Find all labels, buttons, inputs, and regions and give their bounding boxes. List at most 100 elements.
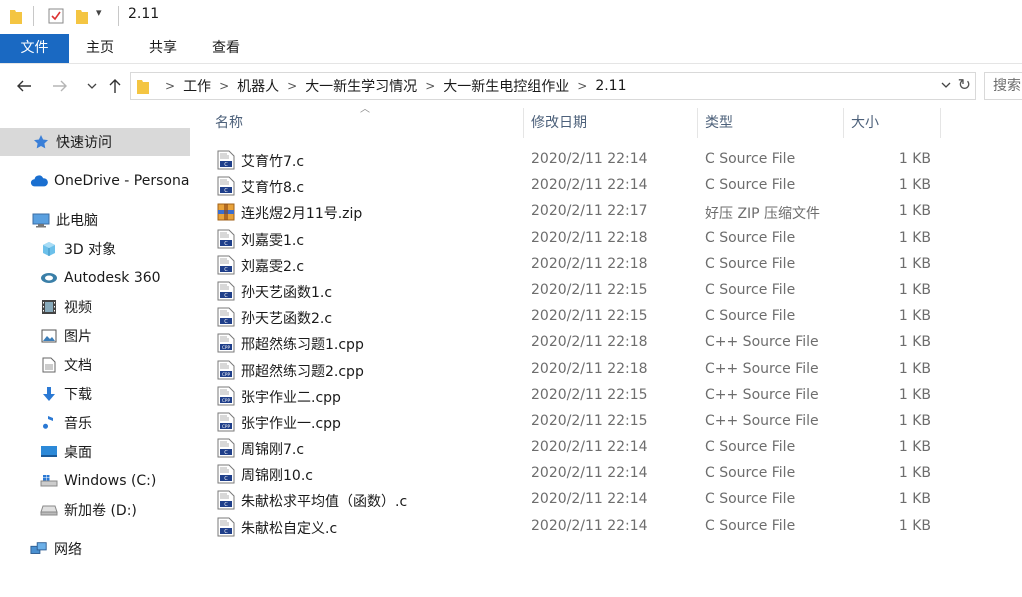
sidebar-item-label: 文档 — [64, 358, 92, 374]
breadcrumb-item[interactable]: 大一新生电控组作业 — [439, 76, 573, 96]
sidebar-item-desktop[interactable]: 桌面 — [0, 438, 190, 466]
sidebar-item-autodesk[interactable]: Autodesk 360 — [0, 264, 190, 292]
sidebar-item-label: OneDrive - Persona — [54, 173, 190, 189]
column-divider[interactable] — [697, 108, 698, 138]
file-date: 2020/2/11 22:15 — [531, 308, 648, 325]
tab-view[interactable]: 查看 — [203, 34, 249, 63]
back-button[interactable] — [12, 74, 36, 98]
breadcrumb: > 工作 > 机器人 > 大一新生学习情况 > 大一新生电控组作业 > 2.11 — [161, 73, 630, 99]
address-dropdown-icon[interactable] — [941, 77, 951, 91]
svg-text:C: C — [224, 502, 228, 508]
file-row[interactable]: CPP 邢超然练习题1.cpp 2020/2/11 22:18 C++ Source … — [200, 330, 1022, 356]
sidebar-item-drive-d[interactable]: 新加卷 (D:) — [0, 496, 190, 524]
chevron-right-icon[interactable]: > — [573, 79, 591, 93]
breadcrumb-item[interactable]: 大一新生学习情况 — [301, 76, 421, 96]
file-type: C Source File — [705, 517, 796, 534]
breadcrumb-item[interactable]: 机器人 — [233, 76, 283, 96]
sidebar-item-windows-c[interactable]: Windows (C:) — [0, 467, 190, 495]
customize-toolbar-icon[interactable]: ▾ — [96, 6, 102, 19]
file-size: 1 KB — [898, 177, 931, 194]
file-row[interactable]: C 刘嘉雯1.c 2020/2/11 22:18 C Source File 1 KB — [200, 226, 1022, 252]
sidebar-item-downloads[interactable]: 下载 — [0, 380, 190, 408]
column-divider[interactable] — [523, 108, 524, 138]
sidebar-item-this-pc[interactable]: 此电脑 — [0, 206, 190, 234]
properties-icon[interactable] — [48, 8, 64, 28]
file-row[interactable]: C 孙天艺函数2.c 2020/2/11 22:15 C Source File 1 K… — [200, 304, 1022, 330]
file-row[interactable]: CPP 张宇作业二.cpp 2020/2/11 22:15 C++ Source Fi… — [200, 383, 1022, 409]
file-type: C Source File — [705, 281, 796, 298]
sidebar-item-music[interactable]: 音乐 — [0, 409, 190, 437]
sidebar-item-onedrive[interactable]: OneDrive - Persona — [0, 167, 190, 195]
file-row[interactable]: CPP 邢超然练习题2.cpp 2020/2/11 22:18 C++ Source … — [200, 357, 1022, 383]
svg-text:C: C — [224, 267, 228, 273]
file-row[interactable]: C 周锦刚7.c 2020/2/11 22:14 C Source File 1 KB — [200, 435, 1022, 461]
file-row[interactable]: C 朱献松自定义.c 2020/2/11 22:14 C Source File 1 K… — [200, 514, 1022, 540]
file-name: 周锦刚10.c — [241, 468, 313, 485]
column-header-type[interactable]: 类型 — [705, 108, 840, 138]
file-row[interactable]: C 朱献松求平均值（函数）.c 2020/2/11 22:14 C Source Fi… — [200, 487, 1022, 513]
file-row[interactable]: CPP 张宇作业一.cpp 2020/2/11 22:15 C++ Source Fi… — [200, 409, 1022, 435]
video-icon — [40, 298, 58, 316]
svg-text:C: C — [224, 450, 228, 456]
music-icon — [40, 414, 58, 432]
sidebar-item-videos[interactable]: 视频 — [0, 293, 190, 321]
chevron-right-icon[interactable]: > — [421, 79, 439, 93]
search-input[interactable]: 搜索 — [984, 72, 1022, 100]
svg-text:C: C — [224, 476, 228, 482]
svg-text:C: C — [224, 188, 228, 194]
file-row[interactable]: 连兆煜2月11号.zip 2020/2/11 22:17 好压 ZIP 压缩文件 1 … — [200, 199, 1022, 225]
file-name: 孙天艺函数2.c — [241, 311, 333, 328]
sidebar-item-documents[interactable]: 文档 — [0, 351, 190, 379]
chevron-right-icon[interactable]: > — [161, 79, 179, 93]
file-row[interactable]: C 孙天艺函数1.c 2020/2/11 22:15 C Source File 1 K… — [200, 278, 1022, 304]
sidebar-item-label: 下载 — [64, 387, 92, 403]
cpp-file-icon: CPP — [217, 386, 235, 406]
breadcrumb-item[interactable]: 工作 — [179, 76, 215, 96]
file-size: 1 KB — [898, 360, 931, 377]
sidebar-item-3d-objects[interactable]: 3D 对象 — [0, 235, 190, 263]
folder-icon — [10, 8, 22, 28]
forward-button[interactable] — [48, 74, 72, 98]
column-header-size[interactable]: 大小 — [851, 108, 939, 138]
file-type: C++ Source File — [705, 334, 819, 351]
svg-text:CPP: CPP — [222, 398, 230, 403]
tab-share[interactable]: 共享 — [140, 34, 186, 63]
column-header-date[interactable]: 修改日期 — [531, 108, 691, 138]
file-name: 孙天艺函数1.c — [241, 284, 333, 301]
sidebar-item-network[interactable]: 网络 — [0, 535, 190, 563]
refresh-icon[interactable]: ↻ — [958, 75, 971, 94]
file-date: 2020/2/11 22:14 — [531, 517, 648, 534]
picture-icon — [40, 327, 58, 345]
column-divider[interactable] — [843, 108, 844, 138]
file-size: 1 KB — [898, 517, 931, 534]
file-row[interactable]: C 周锦刚10.c 2020/2/11 22:14 C Source File 1 KB — [200, 461, 1022, 487]
chevron-right-icon[interactable]: > — [215, 79, 233, 93]
window-title: 2.11 — [128, 6, 160, 22]
file-row[interactable]: C 艾育竹7.c 2020/2/11 22:14 C Source File 1 KB — [200, 147, 1022, 173]
file-row[interactable]: C 艾育竹8.c 2020/2/11 22:14 C Source File 1 KB — [200, 173, 1022, 199]
sidebar-item-quick-access[interactable]: 快速访问 — [0, 128, 190, 156]
up-button[interactable] — [103, 74, 127, 98]
new-folder-icon[interactable] — [76, 8, 88, 28]
file-row[interactable]: C 刘嘉雯2.c 2020/2/11 22:18 C Source File 1 KB — [200, 252, 1022, 278]
tab-file[interactable]: 文件 — [0, 34, 69, 63]
column-header-name[interactable]: 名称 — [215, 108, 520, 138]
recent-locations-button[interactable] — [80, 74, 104, 98]
file-name: 张宇作业二.cpp — [241, 389, 341, 406]
navigation-bar: > 工作 > 机器人 > 大一新生学习情况 > 大一新生电控组作业 > 2.11… — [0, 70, 1022, 102]
svg-text:CPP: CPP — [222, 372, 230, 377]
address-bar[interactable]: > 工作 > 机器人 > 大一新生学习情况 > 大一新生电控组作业 > 2.11… — [130, 72, 976, 100]
tab-home[interactable]: 主页 — [77, 34, 123, 63]
chevron-right-icon[interactable]: > — [283, 79, 301, 93]
svg-text:C: C — [224, 241, 228, 247]
file-type: C++ Source File — [705, 360, 819, 377]
sidebar-item-label: 3D 对象 — [64, 242, 117, 258]
navigation-pane: 快速访问 OneDrive - Persona 此电脑 3D 对象 Autode… — [0, 110, 192, 597]
column-divider[interactable] — [940, 108, 941, 138]
breadcrumb-item[interactable]: 2.11 — [591, 78, 630, 94]
sidebar-item-pictures[interactable]: 图片 — [0, 322, 190, 350]
svg-text:CPP: CPP — [222, 345, 230, 350]
title-bar: ▾ 2.11 — [0, 0, 1022, 34]
file-date: 2020/2/11 22:15 — [531, 386, 648, 403]
file-size: 1 KB — [898, 465, 931, 482]
